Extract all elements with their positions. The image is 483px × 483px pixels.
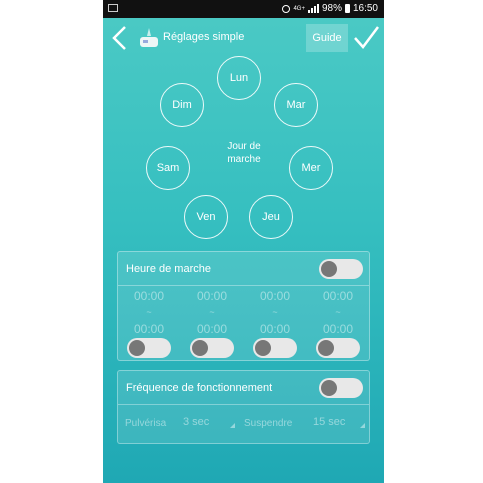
day-thursday[interactable]: Jeu [249, 195, 293, 239]
day-saturday[interactable]: Sam [146, 146, 190, 190]
top-bar: Réglages simple Guide [103, 18, 384, 58]
toggle-knob [192, 340, 208, 356]
toggle-knob [318, 340, 334, 356]
page-title: Réglages simple [163, 31, 245, 43]
slot3-toggle[interactable] [253, 338, 297, 358]
alarm-icon [282, 4, 291, 13]
clock: 16:50 [352, 3, 378, 14]
toggle-knob [255, 340, 271, 356]
slot2-toggle[interactable] [190, 338, 234, 358]
slot2-end-time[interactable]: 00:00 [189, 322, 235, 336]
run-time-panel: Heure de marche 00:00 00:00 00:00 00:00 … [117, 251, 370, 361]
run-day-label: Jour de marche [211, 140, 277, 166]
frequency-label: Fréquence de fonctionnement [126, 382, 273, 394]
toggle-knob [129, 340, 145, 356]
toggle-knob [321, 380, 337, 396]
day-wednesday[interactable]: Mer [289, 146, 333, 190]
network-type: 4G+ [293, 5, 305, 12]
confirm-check-icon[interactable] [352, 23, 380, 53]
dropdown-triangle-icon [360, 423, 365, 428]
day-tuesday[interactable]: Mar [274, 83, 318, 127]
slot1-start-time[interactable]: 00:00 [126, 289, 172, 303]
frequency-toggle[interactable] [319, 378, 363, 398]
app-screen: 4G+ 98% 16:50 Réglages simple Guide Lun … [103, 0, 384, 483]
dropdown-triangle-icon [230, 423, 235, 428]
slot3-separator: ~ [272, 307, 278, 317]
frequency-header: Fréquence de fonctionnement [118, 371, 369, 405]
image-notification-icon [108, 4, 118, 12]
pause-duration-select[interactable]: 15 sec [313, 416, 365, 428]
status-bar: 4G+ 98% 16:50 [103, 0, 384, 18]
status-right: 4G+ 98% 16:50 [282, 3, 378, 14]
run-time-header: Heure de marche [118, 252, 369, 286]
day-friday[interactable]: Ven [184, 195, 228, 239]
frequency-panel: Fréquence de fonctionnement Pulvérisa 3 … [117, 370, 370, 444]
spray-duration-select[interactable]: 3 sec [183, 416, 235, 428]
run-time-toggle[interactable] [319, 259, 363, 279]
slot4-start-time[interactable]: 00:00 [315, 289, 361, 303]
slot3-start-time[interactable]: 00:00 [252, 289, 298, 303]
spray-duration-value: 3 sec [183, 416, 210, 428]
signal-icon [307, 4, 319, 13]
slot1-end-time[interactable]: 00:00 [126, 322, 172, 336]
back-arrow-icon[interactable] [107, 24, 133, 52]
diffuser-device-icon [140, 28, 158, 47]
toggle-knob [321, 261, 337, 277]
spray-label: Pulvérisa [125, 418, 167, 429]
pause-duration-value: 15 sec [313, 416, 346, 428]
run-day-label-line1: Jour de [227, 141, 261, 152]
slot4-separator: ~ [335, 307, 341, 317]
run-time-label: Heure de marche [126, 263, 211, 275]
pause-label: Suspendre [244, 418, 293, 429]
guide-button[interactable]: Guide [306, 24, 348, 52]
slot2-separator: ~ [209, 307, 215, 317]
slot1-separator: ~ [146, 307, 152, 317]
day-sunday[interactable]: Dim [160, 83, 204, 127]
slot1-toggle[interactable] [127, 338, 171, 358]
slot3-end-time[interactable]: 00:00 [252, 322, 298, 336]
battery-icon [344, 4, 350, 13]
day-monday[interactable]: Lun [217, 56, 261, 100]
slot4-toggle[interactable] [316, 338, 360, 358]
slot2-start-time[interactable]: 00:00 [189, 289, 235, 303]
slot4-end-time[interactable]: 00:00 [315, 322, 361, 336]
run-day-label-line2: marche [227, 154, 261, 165]
battery-percent: 98% [321, 3, 342, 14]
